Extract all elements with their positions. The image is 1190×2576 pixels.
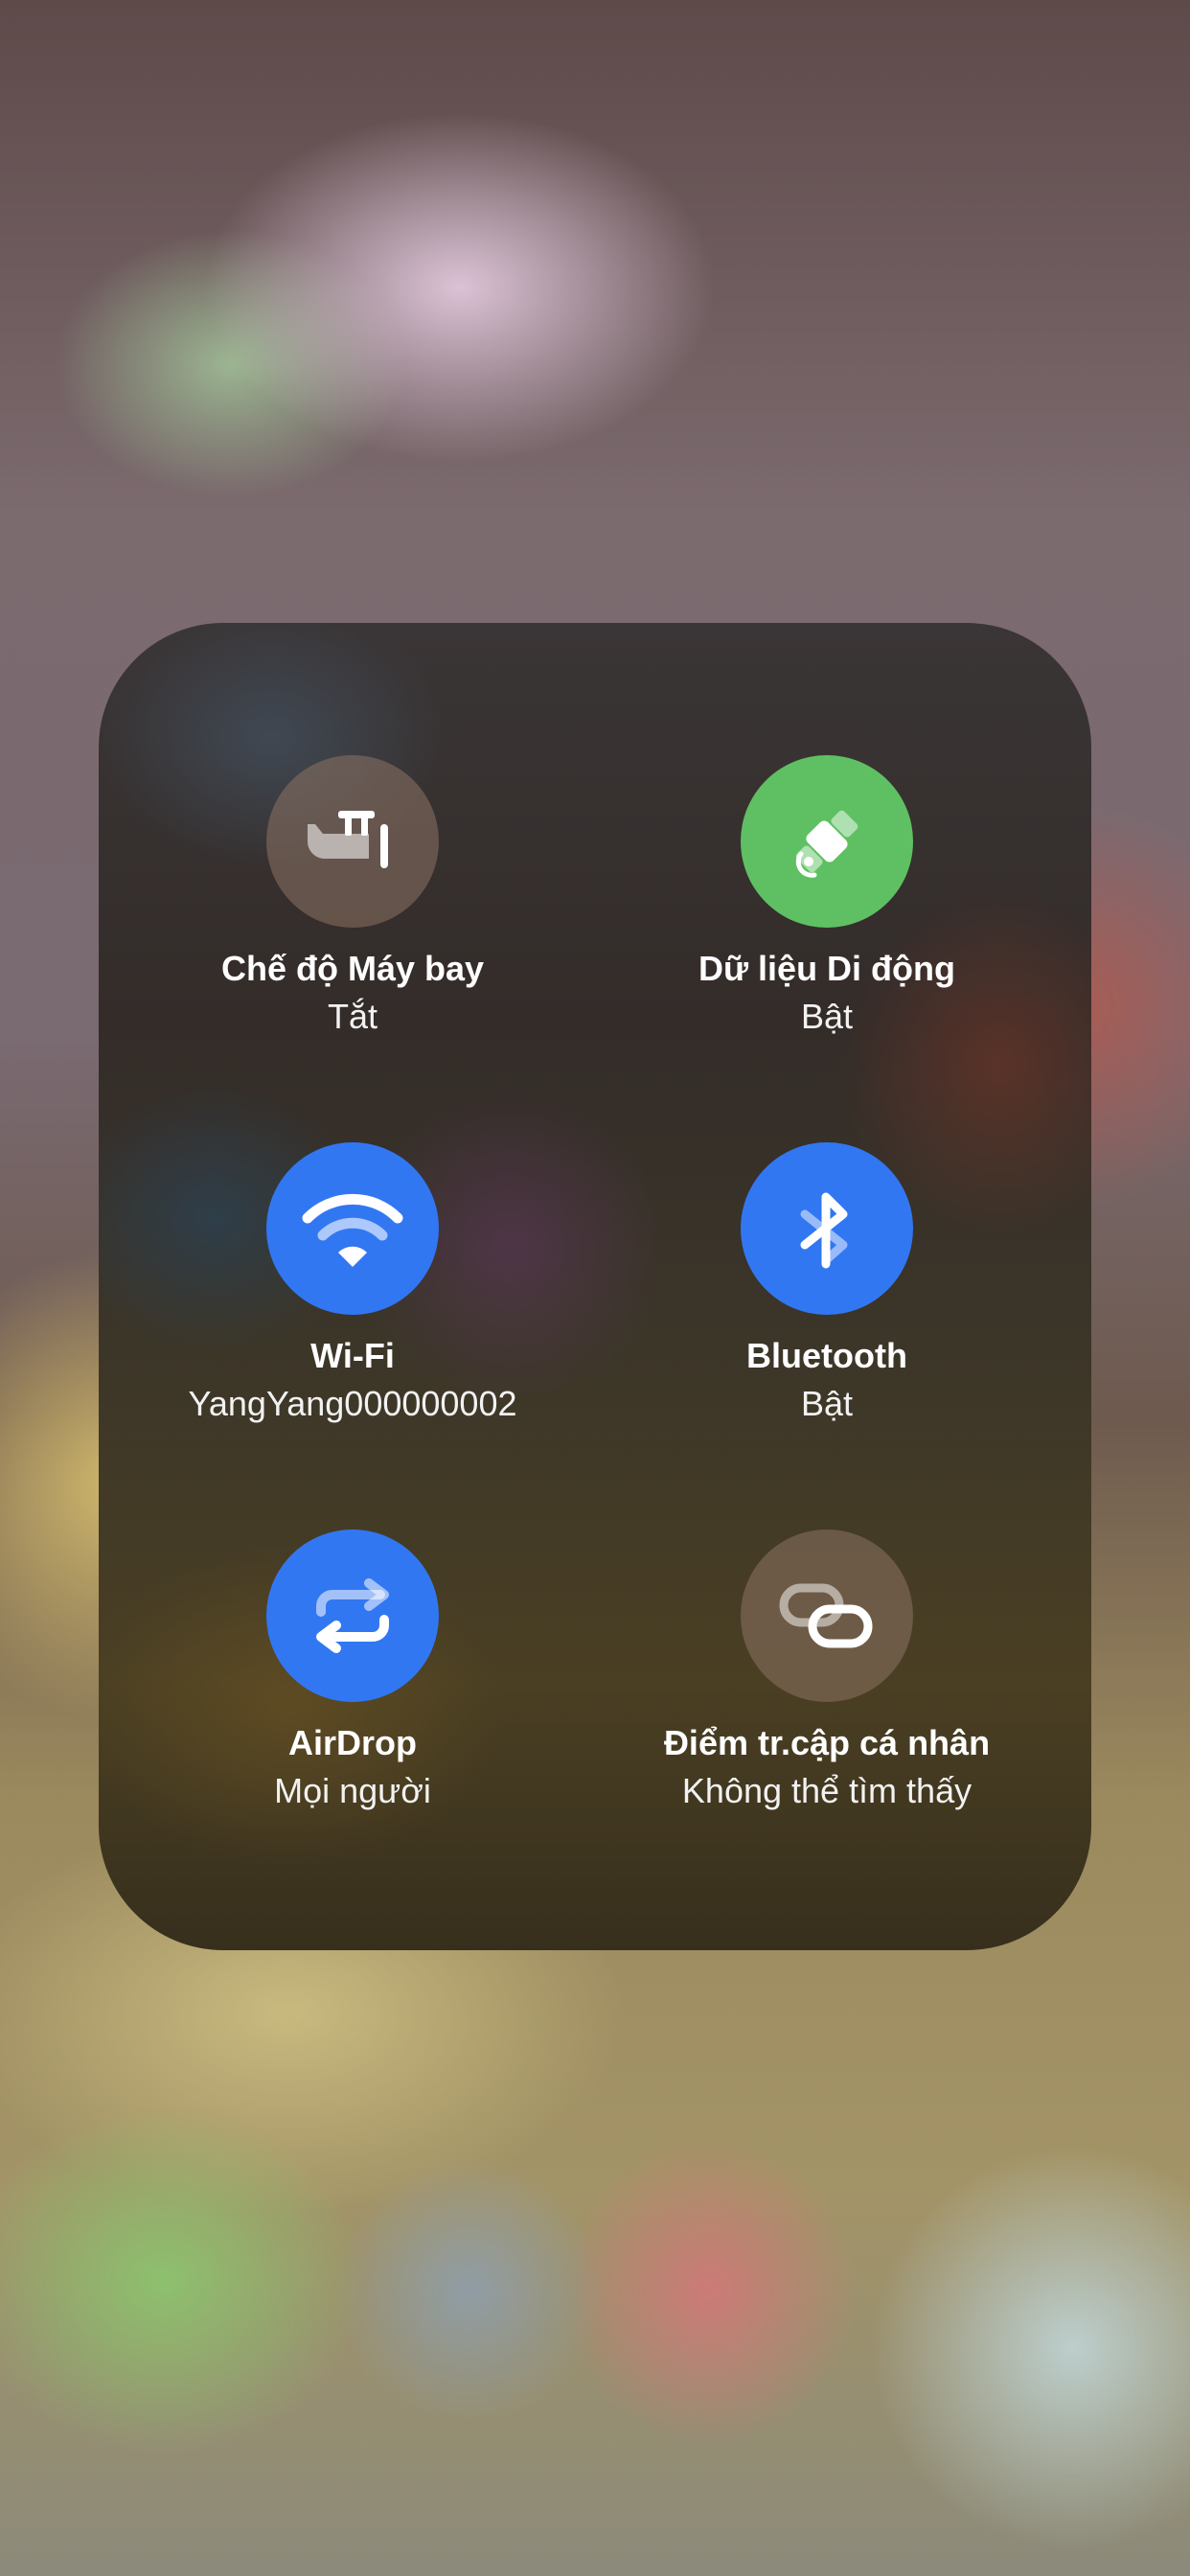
bluetooth-tile[interactable]: Bluetooth Bật bbox=[587, 1142, 1066, 1430]
airplane-mode-tile[interactable]: Chế độ Máy bay Tắt bbox=[113, 755, 592, 1043]
wifi-title: Wi-Fi bbox=[310, 1336, 395, 1375]
bluetooth-icon bbox=[800, 1192, 848, 1269]
bluetooth-status: Bật bbox=[800, 1384, 854, 1423]
wifi-toggle[interactable] bbox=[266, 1142, 439, 1315]
cellular-data-icon bbox=[795, 810, 858, 878]
bluetooth-title: Bluetooth bbox=[746, 1336, 907, 1375]
airplane-mode-title: Chế độ Máy bay bbox=[220, 949, 485, 988]
personal-hotspot-status: Không thể tìm thấy bbox=[681, 1771, 973, 1810]
wifi-network-name: YangYang000000002 bbox=[188, 1384, 517, 1423]
airplane-mode-toggle[interactable] bbox=[266, 755, 439, 928]
personal-hotspot-title: Điểm tr.cập cá nhân bbox=[663, 1723, 991, 1762]
cellular-data-title: Dữ liệu Di động bbox=[698, 949, 956, 988]
bluetooth-toggle[interactable] bbox=[741, 1142, 913, 1315]
wifi-icon bbox=[302, 1193, 403, 1267]
cellular-data-tile[interactable]: Dữ liệu Di động Bật bbox=[587, 755, 1066, 1043]
airdrop-title: AirDrop bbox=[288, 1723, 417, 1762]
cellular-data-toggle[interactable] bbox=[741, 755, 913, 928]
screen: Chế độ Máy bay Tắt Dữ liệu Di động Bật W… bbox=[0, 0, 1190, 2576]
airplane-icon bbox=[308, 811, 388, 868]
personal-hotspot-tile[interactable]: Điểm tr.cập cá nhân Không thể tìm thấy bbox=[587, 1530, 1066, 1817]
airdrop-icon bbox=[316, 1578, 389, 1653]
airdrop-toggle[interactable] bbox=[266, 1530, 439, 1702]
cellular-data-status: Bật bbox=[800, 997, 854, 1036]
airdrop-tile[interactable]: AirDrop Mọi người bbox=[113, 1530, 592, 1817]
personal-hotspot-toggle[interactable] bbox=[741, 1530, 913, 1702]
connectivity-panel: Chế độ Máy bay Tắt Dữ liệu Di động Bật W… bbox=[99, 623, 1091, 1950]
airdrop-status: Mọi người bbox=[274, 1771, 431, 1810]
personal-hotspot-icon bbox=[779, 1583, 873, 1648]
airplane-mode-status: Tắt bbox=[327, 997, 378, 1036]
wifi-tile[interactable]: Wi-Fi YangYang000000002 bbox=[113, 1142, 592, 1430]
